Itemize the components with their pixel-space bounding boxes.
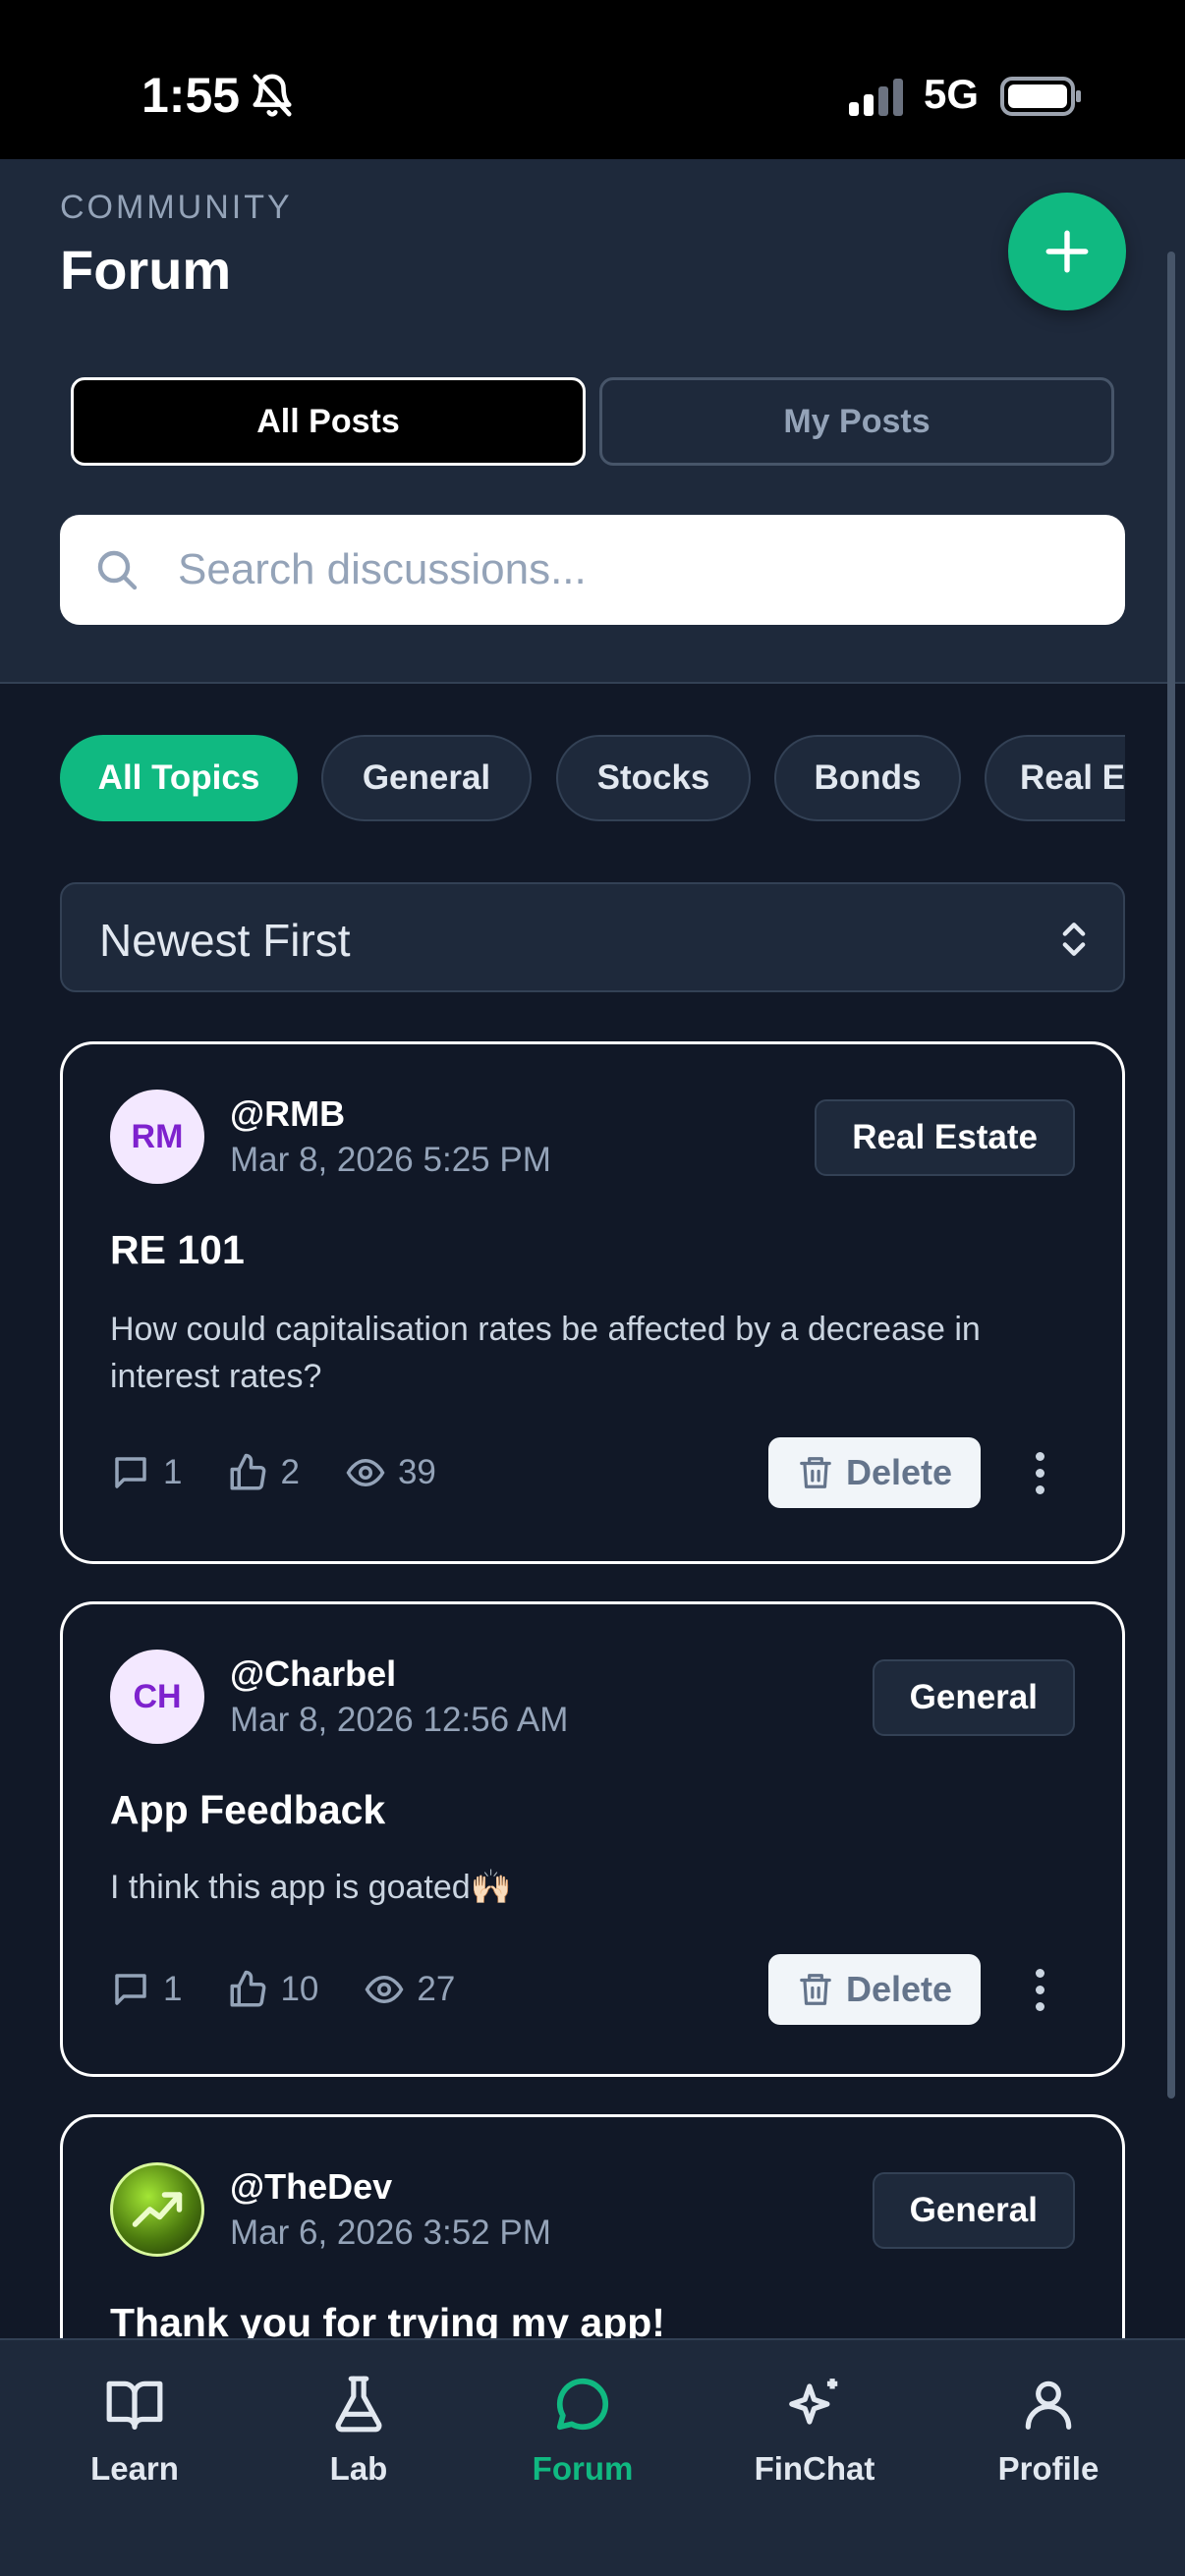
nav-label: Lab (329, 2450, 388, 2487)
post-body: How could capitalisation rates be affect… (110, 1311, 981, 1395)
forum-header: COMMUNITY Forum All Posts My Posts (0, 159, 1185, 684)
comment-icon (115, 1974, 146, 2005)
thumbs-up-icon (230, 1970, 266, 2007)
bottom-navigation: Learn Lab Forum FinChat Profile (0, 2338, 1185, 2576)
comment-count[interactable]: 1 (110, 1452, 182, 1493)
post-card[interactable]: CH @Charbel Mar 8, 2026 12:56 AM General… (60, 1601, 1125, 2077)
more-options-button[interactable] (1028, 1960, 1051, 2019)
status-time: 1:55 (141, 68, 241, 123)
avatar[interactable] (110, 2162, 204, 2257)
book-icon (106, 2380, 163, 2430)
tab-my-posts[interactable]: My Posts (599, 377, 1114, 466)
thumbs-up-icon (230, 1453, 266, 1490)
more-options-button[interactable] (1028, 1443, 1051, 1502)
view-count: 27 (364, 1969, 455, 2010)
search-icon (97, 550, 138, 590)
delete-button[interactable]: Delete (768, 1437, 981, 1508)
signal-icon (849, 79, 903, 116)
sort-select[interactable]: Newest First (60, 882, 1125, 992)
chip-general[interactable]: General (321, 735, 532, 821)
new-post-button[interactable] (1008, 193, 1126, 310)
bell-muted-icon (253, 74, 292, 117)
trash-icon (800, 1457, 831, 1488)
plus-icon (1045, 230, 1089, 273)
page-title: Forum (60, 239, 232, 301)
post-username[interactable]: @Charbel (230, 1653, 396, 1695)
post-title[interactable]: RE 101 (110, 1227, 245, 1273)
status-bar: 1:55 5G (0, 0, 1185, 159)
post-stats: 1 10 27 (110, 1960, 500, 2019)
network-label: 5G (924, 71, 980, 117)
trash-icon (800, 1974, 831, 2005)
user-icon (1025, 2380, 1072, 2430)
nav-label: Learn (90, 2450, 179, 2487)
nav-learn[interactable]: Learn (36, 2374, 233, 2501)
battery-icon (1000, 77, 1081, 116)
comment-count[interactable]: 1 (110, 1969, 182, 2010)
topic-badge: General (872, 1659, 1075, 1736)
delete-button[interactable]: Delete (768, 1954, 981, 2025)
nav-forum[interactable]: Forum (484, 2374, 681, 2501)
view-count: 39 (345, 1452, 436, 1493)
scroll-indicator[interactable] (1167, 252, 1175, 2099)
sparkles-icon (789, 2379, 838, 2425)
like-count[interactable]: 10 (227, 1969, 318, 2010)
like-count[interactable]: 2 (227, 1452, 300, 1493)
post-stats: 1 2 39 (110, 1443, 481, 1502)
topic-badge: Real Estate (815, 1099, 1075, 1176)
eye-icon (365, 1975, 404, 2004)
post-username[interactable]: @TheDev (230, 2166, 392, 2208)
topic-filter-bar: All Topics General Stocks Bonds Real Est… (60, 735, 1125, 823)
post-timestamp: Mar 8, 2026 5:25 PM (230, 1141, 551, 1179)
nav-finchat[interactable]: FinChat (716, 2374, 913, 2501)
section-kicker: COMMUNITY (60, 189, 293, 226)
tab-all-posts[interactable]: All Posts (71, 377, 586, 466)
post-timestamp: Mar 8, 2026 12:56 AM (230, 1701, 569, 1739)
chip-all-topics[interactable]: All Topics (60, 735, 298, 821)
search-input[interactable] (178, 515, 1101, 625)
topic-badge: General (872, 2172, 1075, 2249)
search-bar (60, 515, 1125, 625)
comment-icon (115, 1457, 146, 1488)
nav-label: Profile (997, 2450, 1100, 2487)
chevron-up-down-icon (1062, 923, 1086, 956)
post-body: I think this app is goated🙌🏻 (110, 1869, 513, 1906)
post-card[interactable]: RM @RMB Mar 8, 2026 5:25 PM Real Estate … (60, 1041, 1125, 1564)
post-username[interactable]: @RMB (230, 1093, 345, 1135)
avatar[interactable]: CH (110, 1650, 204, 1744)
eye-icon (346, 1458, 385, 1487)
chat-bubble-icon (556, 2378, 609, 2431)
avatar[interactable]: RM (110, 1090, 204, 1184)
sort-selected-value: Newest First (99, 915, 351, 966)
post-title[interactable]: App Feedback (110, 1787, 385, 1833)
chart-logo-icon (132, 2192, 183, 2227)
chip-stocks[interactable]: Stocks (556, 735, 751, 821)
flask-icon (335, 2376, 382, 2433)
chip-real-estate[interactable]: Real Estate (985, 735, 1125, 821)
nav-profile[interactable]: Profile (950, 2374, 1147, 2501)
nav-lab[interactable]: Lab (260, 2374, 457, 2501)
nav-label: Forum (532, 2450, 634, 2487)
post-timestamp: Mar 6, 2026 3:52 PM (230, 2213, 551, 2252)
chip-bonds[interactable]: Bonds (774, 735, 961, 821)
nav-label: FinChat (754, 2450, 875, 2487)
